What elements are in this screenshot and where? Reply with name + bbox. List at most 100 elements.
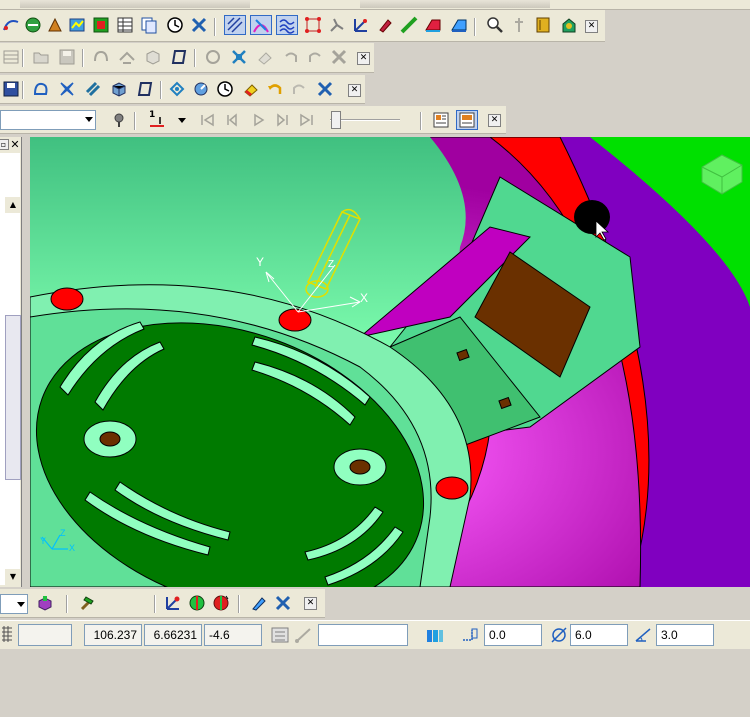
sim-icon[interactable] (558, 15, 580, 35)
scroll-thumb[interactable] (5, 315, 21, 480)
curve-icon[interactable] (0, 15, 22, 35)
material-icon[interactable] (34, 593, 56, 613)
viewport-3d[interactable]: Y X Z Y X Z (30, 137, 750, 587)
list-icon[interactable] (270, 626, 290, 644)
step-value: 1 (149, 110, 156, 120)
surface-icon[interactable] (22, 15, 44, 35)
search-icon[interactable] (484, 15, 506, 35)
green-split-icon[interactable] (186, 593, 208, 613)
playback-slider-thumb[interactable] (331, 111, 341, 129)
gradient-icon[interactable] (250, 15, 272, 35)
layout-icon[interactable] (430, 110, 452, 130)
cube-icon[interactable] (142, 47, 164, 67)
analysis-icon[interactable] (66, 15, 88, 35)
delete-icon[interactable] (328, 47, 350, 67)
cross-icon[interactable] (228, 47, 250, 67)
scroll-down-icon[interactable]: ▼ (5, 569, 21, 585)
line-icon[interactable] (398, 15, 420, 35)
tool-x-icon[interactable] (314, 79, 336, 99)
step-back-icon[interactable] (220, 110, 242, 130)
scroll-up-icon[interactable]: ▲ (5, 197, 21, 213)
probe-icon[interactable] (508, 15, 530, 35)
close-toolbar-button[interactable]: ✕ (585, 20, 598, 33)
offset-icon[interactable] (460, 626, 482, 644)
coord-x-field: 106.237 (84, 624, 142, 646)
diameter-field[interactable]: 6.0 (570, 624, 628, 646)
star-icon[interactable] (56, 79, 78, 99)
status-input[interactable] (318, 624, 408, 646)
angle-icon[interactable] (632, 626, 654, 644)
hammer-icon[interactable] (76, 593, 98, 613)
redo-icon[interactable] (288, 79, 310, 99)
open-icon[interactable] (30, 47, 52, 67)
clock-icon[interactable] (214, 79, 236, 99)
tweak-icon[interactable] (326, 15, 348, 35)
close-toolbar-button[interactable]: ✕ (357, 52, 370, 65)
frame-icon[interactable] (168, 47, 190, 67)
curve-icon[interactable] (30, 79, 52, 99)
triad-x-label: X (360, 291, 369, 305)
snap-icon[interactable] (294, 626, 314, 644)
skip-end-icon[interactable] (296, 110, 318, 130)
grid-icon[interactable] (0, 624, 14, 644)
mode-dropdown[interactable] (0, 594, 28, 614)
shade-icon[interactable] (422, 15, 444, 35)
points-icon[interactable] (302, 15, 324, 35)
wave-icon[interactable] (276, 15, 298, 35)
book-icon[interactable] (532, 15, 554, 35)
box-icon[interactable] (108, 79, 130, 99)
red-hole (50, 287, 84, 311)
step-forward-icon[interactable] (272, 110, 294, 130)
link-icon[interactable] (90, 47, 112, 67)
copy-icon[interactable] (138, 15, 160, 35)
close-toolbar-button[interactable]: ✕ (304, 597, 317, 610)
close-icon[interactable]: ✕ (9, 139, 21, 150)
play-icon[interactable] (248, 110, 270, 130)
frame-icon[interactable] (134, 79, 156, 99)
table-icon[interactable] (114, 15, 136, 35)
selection-dropdown[interactable] (0, 110, 96, 130)
step-counter-icon[interactable]: 1 (146, 110, 168, 130)
eraser-icon[interactable] (240, 79, 262, 99)
paint-icon[interactable] (374, 15, 396, 35)
restore-icon[interactable]: ▫ (0, 139, 9, 150)
swap-icon[interactable] (166, 79, 188, 99)
tool-x-icon[interactable] (272, 593, 294, 613)
rotate-icon[interactable] (190, 79, 212, 99)
red-hole (435, 476, 469, 500)
undo-icon[interactable] (280, 47, 302, 67)
diameter-icon[interactable] (548, 626, 570, 644)
pen-icon[interactable] (248, 593, 270, 613)
pin-icon[interactable] (108, 110, 130, 130)
layers-icon[interactable] (82, 79, 104, 99)
save-icon[interactable] (56, 47, 78, 67)
eraser-icon[interactable] (254, 47, 276, 67)
axis-red-icon[interactable] (162, 593, 184, 613)
red-split-icon[interactable] (210, 593, 232, 613)
edit-toolbar: ✕ (0, 43, 374, 73)
close-toolbar-button[interactable]: ✕ (348, 84, 361, 97)
tool-x-icon[interactable] (188, 15, 210, 35)
bottom-toolbar: ✕ (0, 589, 325, 618)
skip-start-icon[interactable] (196, 110, 218, 130)
green-tool-icon[interactable] (90, 15, 112, 35)
clock-icon[interactable] (164, 15, 186, 35)
close-toolbar-button[interactable]: ✕ (488, 114, 501, 127)
axis-icon[interactable] (350, 15, 372, 35)
save-icon[interactable] (0, 79, 22, 99)
view-cube[interactable] (701, 154, 743, 195)
hatch-icon[interactable] (224, 15, 246, 35)
move-icon[interactable] (202, 47, 224, 67)
layers-icon[interactable] (116, 47, 138, 67)
toolbar-row-0 (0, 0, 750, 10)
angle-field[interactable]: 3.0 (656, 624, 714, 646)
offset-field[interactable]: 0.0 (484, 624, 542, 646)
shade-alt-icon[interactable] (448, 15, 470, 35)
redo-icon[interactable] (304, 47, 326, 67)
chevron-down-icon[interactable] (178, 118, 186, 123)
wire-icon[interactable] (0, 47, 22, 67)
solid-icon[interactable] (44, 15, 66, 35)
tool-holder-icon[interactable] (424, 626, 446, 644)
layout-alt-icon[interactable] (456, 110, 478, 130)
undo-icon[interactable] (264, 79, 286, 99)
